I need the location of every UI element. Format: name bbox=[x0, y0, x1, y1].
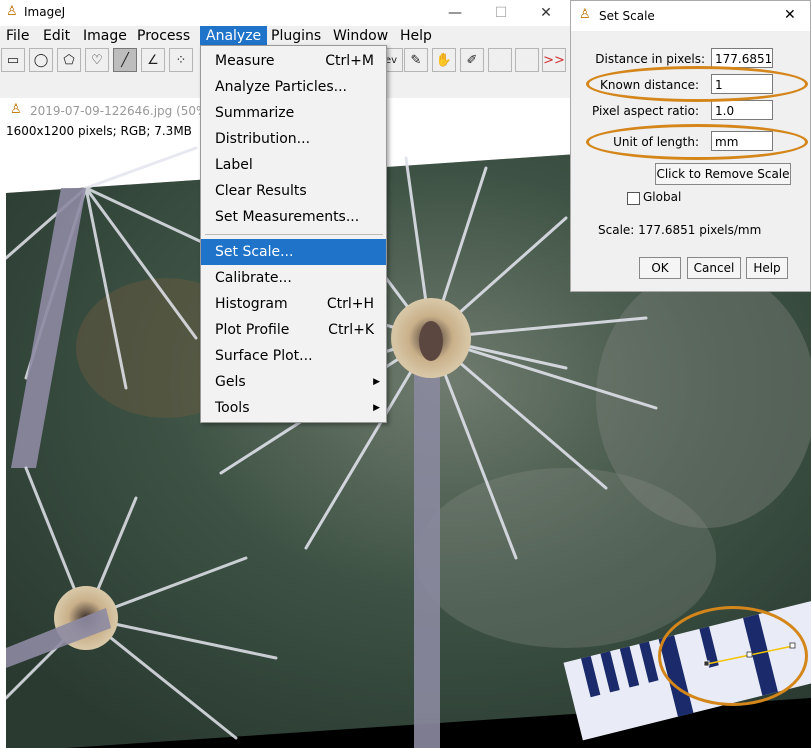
menu-item-histogram[interactable]: Histogram Ctrl+H bbox=[201, 291, 386, 317]
rectangle-tool-icon[interactable]: ▭ bbox=[1, 48, 25, 72]
point-tool-icon[interactable]: ⁘ bbox=[169, 48, 193, 72]
menu-item-summarize[interactable]: Summarize bbox=[201, 100, 386, 126]
angle-tool-icon[interactable]: ∠ bbox=[141, 48, 165, 72]
line-tool-icon[interactable]: ╱ bbox=[113, 48, 137, 72]
distance-label: Distance in pixels: bbox=[595, 52, 705, 66]
annotation-oval-unit-of-length bbox=[586, 124, 808, 160]
menu-item-tools[interactable]: Tools ▶ bbox=[201, 395, 386, 421]
menu-item-analyze-particles[interactable]: Analyze Particles... bbox=[201, 74, 386, 100]
dropper-tool-icon[interactable]: ✋ bbox=[432, 48, 456, 72]
ok-button[interactable]: OK bbox=[639, 257, 681, 279]
image-title: 2019-07-09-122646.jpg (50%) bbox=[30, 104, 213, 118]
menu-item-surface-plot[interactable]: Surface Plot... bbox=[201, 343, 386, 369]
global-checkbox[interactable] bbox=[627, 192, 640, 205]
empty-tool-slot[interactable] bbox=[515, 48, 539, 72]
microscope-icon: ♙ bbox=[10, 102, 22, 117]
dialog-title: Set Scale bbox=[599, 9, 655, 23]
menu-item-gels[interactable]: Gels ▶ bbox=[201, 369, 386, 395]
menu-item-measure[interactable]: Measure Ctrl+M bbox=[201, 48, 386, 74]
annotation-oval-known-distance bbox=[586, 66, 808, 102]
oval-tool-icon[interactable]: ◯ bbox=[29, 48, 53, 72]
dialog-close-button[interactable]: ✕ bbox=[784, 7, 796, 23]
maximize-button[interactable]: ☐ bbox=[486, 3, 516, 23]
menu-item-distribution[interactable]: Distribution... bbox=[201, 126, 386, 152]
submenu-arrow-icon: ▶ bbox=[373, 403, 380, 413]
scale-readout: Scale: 177.6851 pixels/mm bbox=[598, 223, 762, 237]
menu-item-clear-results[interactable]: Clear Results bbox=[201, 178, 386, 204]
menu-item-calibrate[interactable]: Calibrate... bbox=[201, 265, 386, 291]
pixel-aspect-ratio-field[interactable]: 1.0 bbox=[711, 100, 773, 120]
remove-scale-button[interactable]: Click to Remove Scale bbox=[655, 163, 791, 185]
analyze-menu-dropdown: Measure Ctrl+M Analyze Particles... Summ… bbox=[200, 45, 387, 423]
minimize-button[interactable]: — bbox=[440, 3, 470, 23]
polygon-tool-icon[interactable]: ⬠ bbox=[57, 48, 81, 72]
imagej-title-bar: ♙ ImageJ — ☐ ✕ bbox=[0, 0, 572, 26]
help-button[interactable]: Help bbox=[746, 257, 788, 279]
menu-item-set-measurements[interactable]: Set Measurements... bbox=[201, 204, 386, 230]
menu-edit[interactable]: Edit bbox=[37, 26, 76, 46]
menu-item-plot-profile[interactable]: Plot Profile Ctrl+K bbox=[201, 317, 386, 343]
cancel-button[interactable]: Cancel bbox=[687, 257, 741, 279]
empty-tool-slot[interactable] bbox=[488, 48, 512, 72]
menu-bar: File Edit Image Process Analyze Plugins … bbox=[0, 26, 572, 46]
dialog-title-bar: ♙ Set Scale ✕ bbox=[571, 1, 810, 31]
microscope-icon: ♙ bbox=[579, 7, 591, 22]
distance-in-pixels-field[interactable]: 177.6851 bbox=[711, 48, 773, 68]
aspect-ratio-label: Pixel aspect ratio: bbox=[591, 104, 699, 118]
freehand-tool-icon[interactable]: ♡ bbox=[85, 48, 109, 72]
menu-item-set-scale[interactable]: Set Scale... bbox=[201, 239, 386, 265]
microscope-icon: ♙ bbox=[6, 4, 18, 19]
annotation-oval-scale-line bbox=[658, 606, 808, 706]
pencil-tool-icon[interactable]: ✐ bbox=[460, 48, 484, 72]
menu-analyze[interactable]: Analyze bbox=[200, 26, 268, 46]
window-title: ImageJ bbox=[24, 5, 66, 19]
menu-plugins[interactable]: Plugins bbox=[265, 26, 327, 46]
image-info: 1600x1200 pixels; RGB; 7.3MB bbox=[6, 124, 192, 138]
menu-file[interactable]: File bbox=[0, 26, 35, 46]
menu-separator bbox=[205, 234, 383, 235]
brush-tool-icon[interactable]: ✎ bbox=[404, 48, 428, 72]
menu-item-label[interactable]: Label bbox=[201, 152, 386, 178]
menu-image[interactable]: Image bbox=[77, 26, 133, 46]
submenu-arrow-icon: ▶ bbox=[373, 377, 380, 387]
menu-window[interactable]: Window bbox=[327, 26, 394, 46]
global-label: Global bbox=[643, 190, 682, 204]
more-tools-button[interactable]: >> bbox=[542, 48, 566, 72]
menu-help[interactable]: Help bbox=[394, 26, 438, 46]
close-button[interactable]: ✕ bbox=[531, 3, 561, 23]
menu-process[interactable]: Process bbox=[131, 26, 196, 46]
